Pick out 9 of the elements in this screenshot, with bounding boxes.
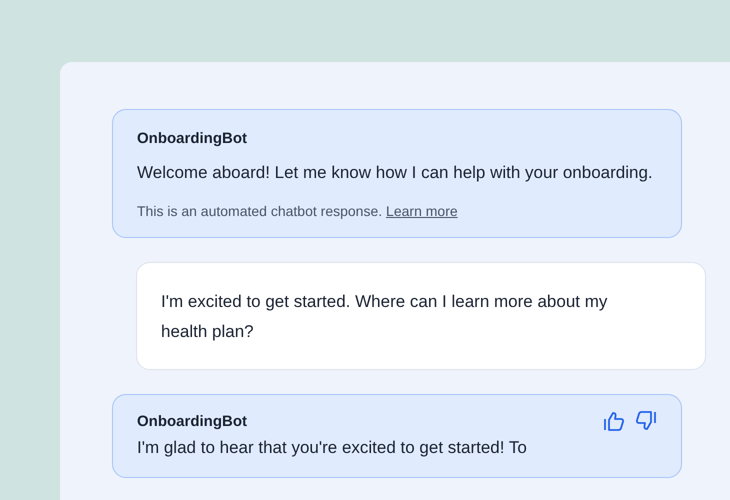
thumbs-up-icon[interactable] — [603, 411, 625, 431]
message-text: I'm excited to get started. Where can I learn more about my health plan? — [161, 291, 608, 343]
disclaimer-text: This is an automated chatbot response. — [137, 203, 384, 219]
sender-name: OnboardingBot — [137, 130, 247, 147]
learn-more-link[interactable]: Learn more — [386, 203, 458, 219]
sender-name: OnboardingBot — [137, 412, 247, 430]
message-text: Welcome aboard! Let me know how I can help with your onboarding. — [137, 162, 654, 184]
message-text: I'm glad to hear that you're excited to get started! To — [137, 437, 528, 459]
thumbs-down-icon[interactable] — [635, 411, 657, 431]
